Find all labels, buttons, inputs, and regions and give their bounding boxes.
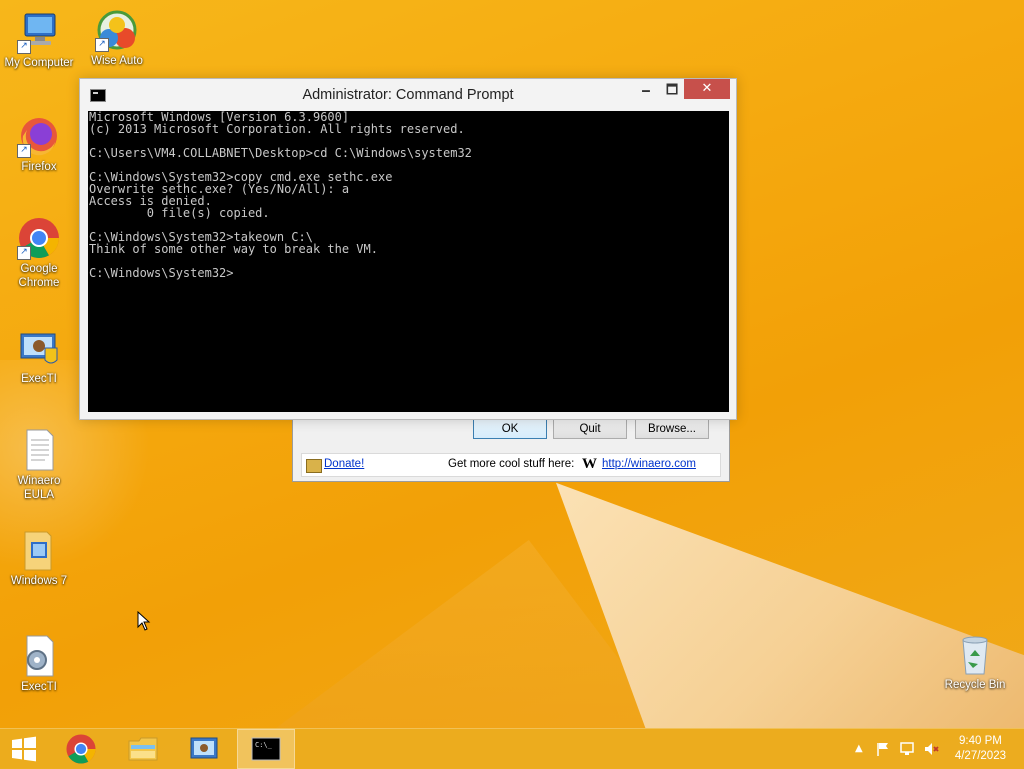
computer-icon: ↗	[17, 10, 61, 54]
document-icon	[17, 428, 61, 472]
show-hidden-icons-icon[interactable]: ▲	[851, 741, 867, 757]
desktop-icon-wise-auto-shutdown[interactable]: ↗ Wise Auto Shutdown	[78, 8, 156, 68]
action-center-flag-icon[interactable]	[875, 741, 891, 757]
winaero-link[interactable]: http://winaero.com	[602, 458, 696, 470]
title-bar[interactable]: Administrator: Command Prompt 🗕 🗖 ✕	[80, 79, 736, 111]
maximize-button[interactable]: 🗖	[662, 81, 682, 101]
file-explorer-icon	[128, 737, 158, 761]
desktop-icon-execti[interactable]: ExecTI	[0, 326, 78, 386]
firefox-icon: ↗	[17, 114, 61, 158]
icon-label: Google Chrome	[18, 263, 60, 289]
clock-date: 4/27/2023	[954, 750, 1006, 762]
quit-button[interactable]: Quit	[553, 419, 627, 439]
icon-label: My Computer	[4, 57, 74, 69]
minimize-button[interactable]: 🗕	[636, 81, 656, 101]
desktop-icon-recycle-bin[interactable]: Recycle Bin	[936, 632, 1014, 692]
icon-label: ExecTI	[21, 373, 57, 385]
chrome-icon	[66, 734, 96, 764]
volume-muted-icon[interactable]	[923, 741, 939, 757]
start-button[interactable]	[0, 729, 48, 769]
execti-icon	[17, 326, 61, 370]
browse-button[interactable]: Browse...	[635, 419, 709, 439]
desktop-icon-google-chrome[interactable]: ↗ Google Chrome	[0, 216, 78, 290]
taskbar-file-explorer[interactable]	[114, 729, 172, 769]
desktop-icon-winaero-eula[interactable]: Winaero EULA	[0, 428, 78, 502]
winaero-footer: Donate! Get more cool stuff here: W http…	[301, 453, 721, 477]
taskbar-execti[interactable]	[176, 729, 234, 769]
network-icon[interactable]	[899, 741, 915, 757]
icon-label: Wise Auto Shutdown	[91, 55, 143, 67]
icon-label: Windows 7	[10, 575, 68, 587]
icon-label: Recycle Bin	[944, 679, 1006, 691]
donate-link[interactable]: Donate!	[324, 458, 364, 470]
desktop-icon-execti-2[interactable]: ExecTI	[0, 634, 78, 694]
folder-icon	[17, 528, 61, 572]
recycle-bin-icon	[953, 632, 997, 676]
shortcut-arrow-icon: ↗	[17, 40, 31, 54]
shortcut-arrow-icon: ↗	[17, 144, 31, 158]
command-prompt-window[interactable]: Administrator: Command Prompt 🗕 🗖 ✕ Micr…	[79, 78, 737, 420]
winaero-logo-icon: W	[582, 456, 597, 472]
system-tray: ▲ 9:40 PM 4/27/2023	[847, 729, 1024, 769]
clock-shutdown-icon: ↗	[95, 8, 139, 52]
taskbar: C:\_ ▲ 9:40 PM 4/27/2023	[0, 728, 1024, 769]
execti-icon	[190, 737, 218, 759]
shortcut-arrow-icon: ↗	[17, 246, 31, 260]
desktop-icon-my-computer[interactable]: ↗ My Computer	[0, 10, 78, 70]
icon-label: ExecTI	[21, 681, 57, 693]
command-prompt-icon: C:\_	[251, 737, 281, 761]
svg-text:C:\_: C:\_	[255, 741, 273, 749]
close-button[interactable]: ✕	[684, 79, 730, 99]
mouse-cursor-icon	[137, 610, 151, 635]
ok-button[interactable]: OK	[473, 419, 547, 439]
taskbar-chrome[interactable]	[52, 729, 110, 769]
taskbar-command-prompt[interactable]: C:\_	[237, 729, 295, 769]
desktop-icon-windows-7[interactable]: Windows 7	[0, 528, 78, 588]
console-text: Microsoft Windows [Version 6.3.9600] (c)…	[89, 111, 472, 280]
shortcut-arrow-icon: ↗	[95, 38, 109, 52]
console-output[interactable]: Microsoft Windows [Version 6.3.9600] (c)…	[88, 111, 729, 412]
desktop-icon-firefox[interactable]: ↗ Firefox	[0, 114, 78, 174]
gear-document-icon	[17, 634, 61, 678]
desktop: ↗ My Computer ↗ Wise Auto Shutdown ↗ Fir…	[0, 0, 1024, 728]
icon-label: Firefox	[21, 161, 57, 173]
chrome-icon: ↗	[17, 216, 61, 260]
clock[interactable]: 9:40 PM 4/27/2023	[955, 734, 1006, 764]
clock-time: 9:40 PM	[959, 735, 1002, 747]
donate-icon	[306, 459, 322, 473]
start-icon	[12, 736, 36, 762]
icon-label: Winaero EULA	[17, 475, 61, 501]
more-stuff-text: Get more cool stuff here:	[448, 458, 575, 470]
